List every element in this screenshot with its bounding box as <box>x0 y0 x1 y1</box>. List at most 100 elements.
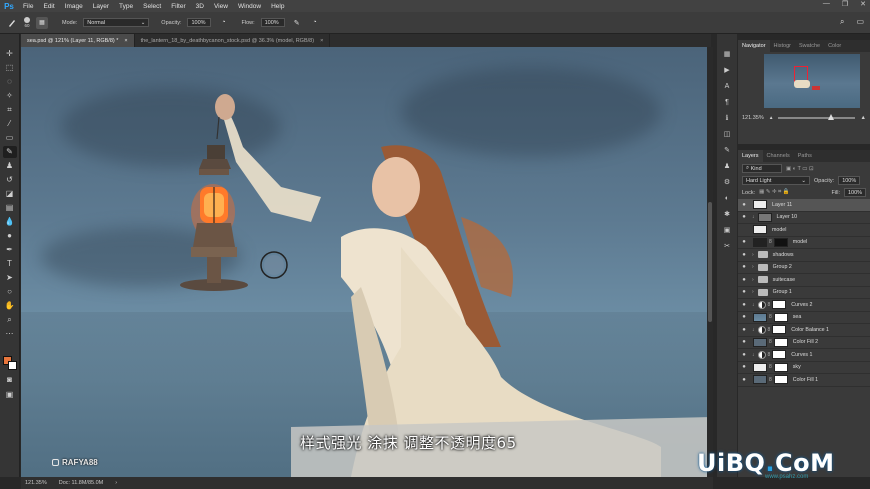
history-brush-tool-icon[interactable]: ↺ <box>3 174 17 186</box>
layer-fill-input[interactable]: 100% <box>844 188 866 197</box>
shape-tool-icon[interactable]: ○ <box>3 286 17 298</box>
properties-icon[interactable]: ⚙ <box>721 176 733 188</box>
quick-select-tool-icon[interactable]: ✧ <box>3 90 17 102</box>
paragraph-icon[interactable]: ¶ <box>721 96 733 108</box>
tab-histogram[interactable]: Histogr <box>770 40 795 52</box>
layer-row-curves-2[interactable]: ● ↓ 8 Curves 2 <box>738 299 870 312</box>
info-icon[interactable]: ℹ <box>721 112 733 124</box>
more-tools-icon[interactable]: ⋯ <box>3 328 17 340</box>
layer-mask-thumbnail[interactable] <box>773 375 788 385</box>
layer-mask-thumbnail[interactable] <box>773 337 788 347</box>
layer-opacity-input[interactable]: 100% <box>838 176 861 185</box>
play-icon[interactable]: ▶ <box>721 64 733 76</box>
quick-mask-icon[interactable]: ◙ <box>3 374 17 386</box>
styles-icon[interactable]: ✱ <box>721 208 733 220</box>
layer-row-group-2[interactable]: ● › Group 2 <box>738 262 870 274</box>
tab-sea-psd[interactable]: sea.psd @ 121% (Layer 11, RGB/8) * × <box>21 34 135 47</box>
menu-help[interactable]: Help <box>266 3 289 10</box>
zoom-out-icon[interactable]: ▴ <box>770 115 773 121</box>
layer-comps-icon[interactable]: ◫ <box>721 128 733 140</box>
brush-settings-icon[interactable]: ✎ <box>721 144 733 156</box>
tab-color[interactable]: Color <box>824 40 845 52</box>
pressure-opacity-icon[interactable]: ◔ <box>217 17 229 29</box>
layer-mask-thumbnail[interactable] <box>772 300 787 310</box>
brush-panel-icon[interactable]: ▦ <box>36 16 48 29</box>
eye-icon[interactable]: ● <box>738 277 750 283</box>
move-tool-icon[interactable]: ✛ <box>3 48 17 60</box>
airbrush-icon[interactable]: ✎ <box>291 17 303 29</box>
slider-knob[interactable] <box>827 114 834 120</box>
eye-icon[interactable]: ● <box>738 339 750 345</box>
menu-type[interactable]: Type <box>114 3 138 10</box>
blur-tool-icon[interactable]: 💧 <box>3 216 17 228</box>
crop-tool-icon[interactable]: ⌗ <box>3 104 17 116</box>
blend-mode-select[interactable]: Hard Light ⌄ <box>742 176 810 185</box>
eye-icon[interactable]: ● <box>738 327 750 333</box>
eyedropper-tool-icon[interactable]: ⁄ <box>3 118 17 130</box>
expand-arrow-icon[interactable]: › <box>752 277 754 283</box>
clone-source-icon[interactable]: ♟ <box>721 160 733 172</box>
clone-stamp-tool-icon[interactable]: ♟ <box>3 160 17 172</box>
lasso-tool-icon[interactable]: ◌ <box>3 76 17 88</box>
tab-layers[interactable]: Layers <box>738 150 763 162</box>
layer-row-shadows[interactable]: ● › shadows <box>738 249 870 262</box>
gradient-tool-icon[interactable]: ▤ <box>3 202 17 214</box>
menu-window[interactable]: Window <box>233 3 266 10</box>
layer-mask-thumbnail[interactable] <box>772 350 787 360</box>
eye-icon[interactable]: ● <box>738 314 750 320</box>
layer-row-color-fill-2[interactable]: ● 8 Color Fill 2 <box>738 337 870 349</box>
pen-tool-icon[interactable]: ✒ <box>3 244 17 256</box>
zoom-in-icon[interactable]: ▲ <box>861 115 866 121</box>
dodge-tool-icon[interactable]: ● <box>3 230 17 242</box>
zoom-level[interactable]: 121.35% <box>25 480 47 486</box>
zoom-tool-icon[interactable]: ⌕ <box>3 314 17 326</box>
eye-icon[interactable]: ● <box>738 302 750 308</box>
vertical-scrollbar[interactable] <box>707 47 713 477</box>
screen-mode-icon[interactable]: ▣ <box>3 389 17 401</box>
search-icon[interactable]: ⌕ <box>840 17 844 27</box>
tab-swatches[interactable]: Swatche <box>795 40 824 52</box>
menu-filter[interactable]: Filter <box>166 3 190 10</box>
tab-lantern-psd[interactable]: the_lantern_18_by_deathbycanon_stock.psd… <box>135 34 331 47</box>
layer-row-suitecase[interactable]: ● › suitecase <box>738 274 870 287</box>
lock-icons[interactable]: ▦ ✎ ✛ ⌗ 🔒 <box>759 189 789 196</box>
menu-file[interactable]: File <box>18 3 38 10</box>
history-icon[interactable]: ▦ <box>721 48 733 60</box>
layer-mask-thumbnail[interactable] <box>772 325 787 335</box>
layer-row-color-fill-1[interactable]: ● 8 Color Fill 1 <box>738 374 870 387</box>
layer-row-model[interactable]: model <box>738 224 870 237</box>
workspace-icon[interactable]: ▭ <box>856 17 864 27</box>
tab-channels[interactable]: Channels <box>763 150 794 162</box>
layer-row-model-masked[interactable]: ● 8 model <box>738 237 870 249</box>
layer-row-layer-10[interactable]: ● ↓ Layer 10 <box>738 212 870 224</box>
layer-mask-thumbnail[interactable] <box>773 362 788 372</box>
eye-icon[interactable]: ● <box>738 264 750 270</box>
layer-row-curves-1[interactable]: ● ↓ 8 Curves 1 <box>738 349 870 362</box>
character-icon[interactable]: A <box>721 80 733 92</box>
adjustments-icon[interactable]: ◐ <box>721 192 733 204</box>
eraser-tool-icon[interactable]: ◪ <box>3 188 17 200</box>
libraries-icon[interactable]: ▣ <box>721 224 733 236</box>
scrollbar-thumb[interactable] <box>708 202 712 322</box>
filter-icons[interactable]: ▣ ◐ T ▭ ⊡ <box>786 166 814 172</box>
path-select-tool-icon[interactable]: ➤ <box>3 272 17 284</box>
menu-select[interactable]: Select <box>138 3 166 10</box>
mode-select[interactable]: Normal ⌄ <box>83 18 150 27</box>
brush-tool-icon[interactable]: ✎ <box>2 146 17 158</box>
expand-arrow-icon[interactable]: › <box>752 252 754 258</box>
marquee-tool-icon[interactable]: ⬚ <box>3 62 17 74</box>
eye-icon[interactable]: ● <box>738 252 750 258</box>
menu-edit[interactable]: Edit <box>38 3 59 10</box>
eye-icon[interactable]: ● <box>738 239 750 245</box>
eye-icon[interactable]: ● <box>738 352 750 358</box>
restore-button[interactable]: ❐ <box>842 0 848 8</box>
menu-3d[interactable]: 3D <box>191 3 209 10</box>
eye-icon[interactable]: ● <box>738 214 750 220</box>
document-canvas[interactable] <box>21 47 707 477</box>
layer-filter-select[interactable]: ⌕ Kind <box>742 164 782 173</box>
layer-row-group-1[interactable]: ● › Group 1 <box>738 287 870 299</box>
eye-icon[interactable]: ● <box>738 202 750 208</box>
navigator-zoom-slider[interactable] <box>778 114 855 120</box>
navigator-thumbnail[interactable] <box>764 54 860 108</box>
menu-image[interactable]: Image <box>60 3 88 10</box>
